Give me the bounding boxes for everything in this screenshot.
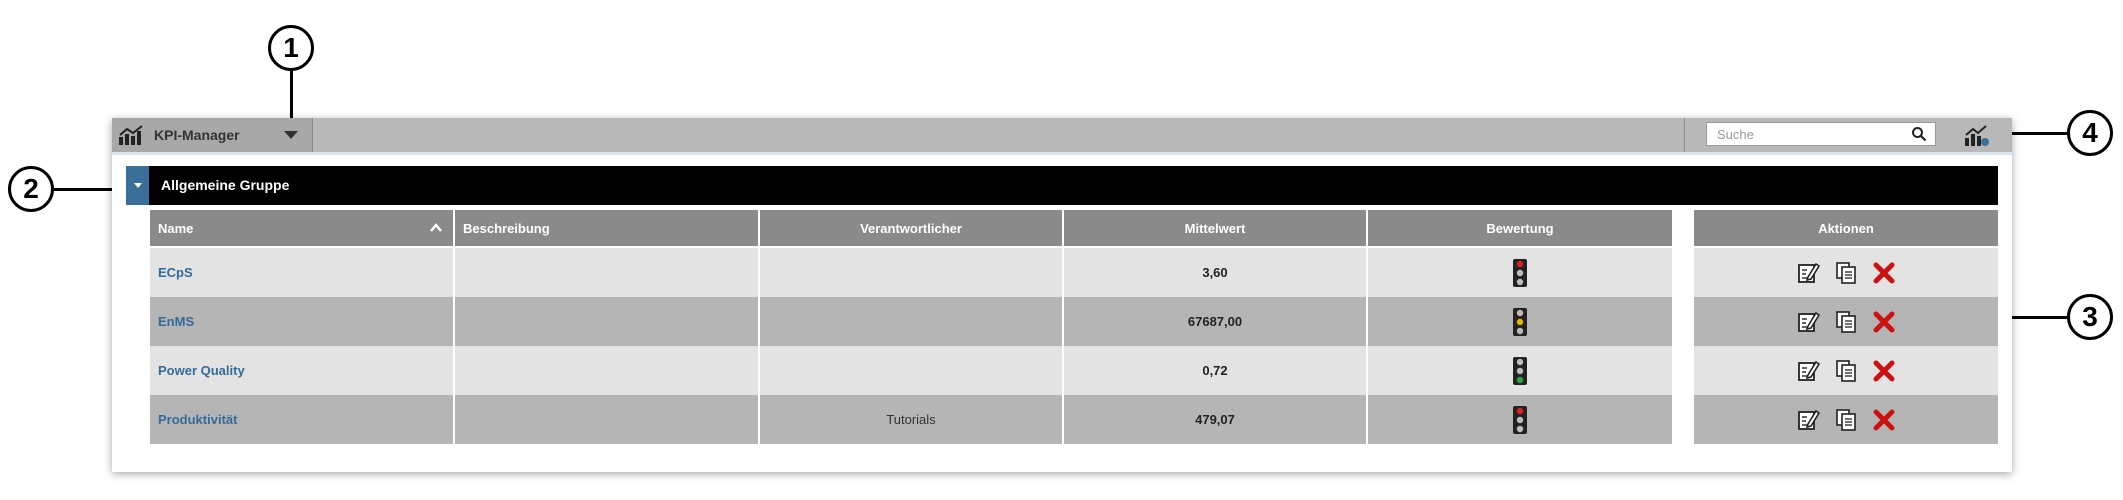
top-bar: KPI-Manager [112,118,2012,152]
table-cell-mittelwert: 3,60 [1064,248,1368,297]
delete-icon[interactable] [1872,408,1896,432]
table-cell-verantwortlicher [760,346,1064,395]
search-area [1684,118,1940,152]
callout-4: 4 [2067,110,2113,156]
table-cell-bewertung [1368,248,1672,297]
delete-icon[interactable] [1872,359,1896,383]
delete-icon[interactable] [1872,261,1896,285]
table-cell-aktionen [1694,346,1998,395]
callout-1-leader [290,71,293,123]
chart-line-icon [119,125,143,145]
top-bar-underline [112,152,2012,155]
table-cell-aktionen [1694,297,1998,346]
table-cell-beschreibung [455,395,760,444]
table-cell-beschreibung [455,248,760,297]
app-menu-tab[interactable]: KPI-Manager [112,118,313,152]
edit-icon[interactable] [1796,408,1820,432]
table-cell-beschreibung [455,346,760,395]
table-cell-bewertung [1368,297,1672,346]
group-toggle-button[interactable] [126,166,149,205]
search-input[interactable] [1707,123,1911,145]
callout-1-label: 1 [283,32,299,63]
callout-2: 2 [8,166,54,212]
callout-2-label: 2 [23,173,39,204]
caret-down-icon[interactable] [284,131,298,139]
column-header-name[interactable]: Name [150,210,455,246]
delete-icon[interactable] [1872,310,1896,334]
kpi-settings-icon[interactable] [1964,123,1990,147]
column-header-beschreibung[interactable]: Beschreibung [455,210,760,246]
traffic-light-red-icon [1513,258,1527,287]
verantwortlicher-text: Tutorials [886,412,936,427]
kpi-manager-window: KPI-Manager Allgemeine Gruppe [112,118,2012,472]
table-cell-mittelwert: 0,72 [1064,346,1368,395]
edit-icon[interactable] [1796,359,1820,383]
callout-3-label: 3 [2082,301,2098,332]
column-header-mittelwert-label: Mittelwert [1184,220,1246,236]
callout-4-label: 4 [2082,117,2098,148]
table-cell-verantwortlicher [760,297,1064,346]
group-title: Allgemeine Gruppe [161,177,290,193]
search-icon[interactable] [1911,126,1927,142]
kpi-name-link[interactable]: Power Quality [150,363,245,378]
copy-icon[interactable] [1834,310,1858,334]
table-cell-bewertung [1368,395,1672,444]
sort-ascending-icon[interactable] [429,221,443,235]
column-header-beschreibung-label: Beschreibung [463,220,550,236]
table-cell-verantwortlicher: Tutorials [760,395,1064,444]
mittelwert-value: 479,07 [1195,412,1235,427]
column-header-mittelwert[interactable]: Mittelwert [1064,210,1368,246]
copy-icon[interactable] [1834,261,1858,285]
table-cell-verantwortlicher [760,248,1064,297]
column-header-verantwortlicher-label: Verantwortlicher [860,220,962,236]
callout-3: 3 [2067,294,2113,340]
caret-down-icon [133,183,142,188]
kpi-name-link[interactable]: ECpS [150,265,193,280]
edit-icon[interactable] [1796,310,1820,334]
table-cell-bewertung [1368,346,1672,395]
table-cell-aktionen [1694,248,1998,297]
copy-icon[interactable] [1834,408,1858,432]
table-cell-name: EnMS [150,297,455,346]
mittelwert-value: 67687,00 [1187,314,1243,329]
column-header-name-label: Name [158,220,194,236]
table-cell-beschreibung [455,297,760,346]
search-box [1706,122,1936,146]
traffic-light-red-icon [1513,405,1527,434]
callout-1: 1 [268,25,314,71]
traffic-light-yellow-icon [1513,307,1527,336]
table-cell-name: Power Quality [150,346,455,395]
mittelwert-value: 3,60 [1202,265,1228,280]
column-header-bewertung-label: Bewertung [1486,220,1554,236]
edit-icon[interactable] [1796,261,1820,285]
kpi-name-link[interactable]: Produktivität [150,412,237,427]
column-header-verantwortlicher[interactable]: Verantwortlicher [760,210,1064,246]
table-cell-aktionen [1694,395,1998,444]
traffic-light-green-icon [1513,356,1527,385]
table-cell-mittelwert: 479,07 [1064,395,1368,444]
kpi-name-link[interactable]: EnMS [150,314,194,329]
table-cell-name: ECpS [150,248,455,297]
column-header-aktionen: Aktionen [1694,210,1998,246]
mittelwert-value: 0,72 [1202,363,1228,378]
app-title: KPI-Manager [154,127,240,143]
column-header-bewertung[interactable]: Bewertung [1368,210,1672,246]
copy-icon[interactable] [1834,359,1858,383]
table-cell-name: Produktivität [150,395,455,444]
group-header: Allgemeine Gruppe [126,166,1998,205]
table-cell-mittelwert: 67687,00 [1064,297,1368,346]
column-header-aktionen-label: Aktionen [1818,220,1874,236]
